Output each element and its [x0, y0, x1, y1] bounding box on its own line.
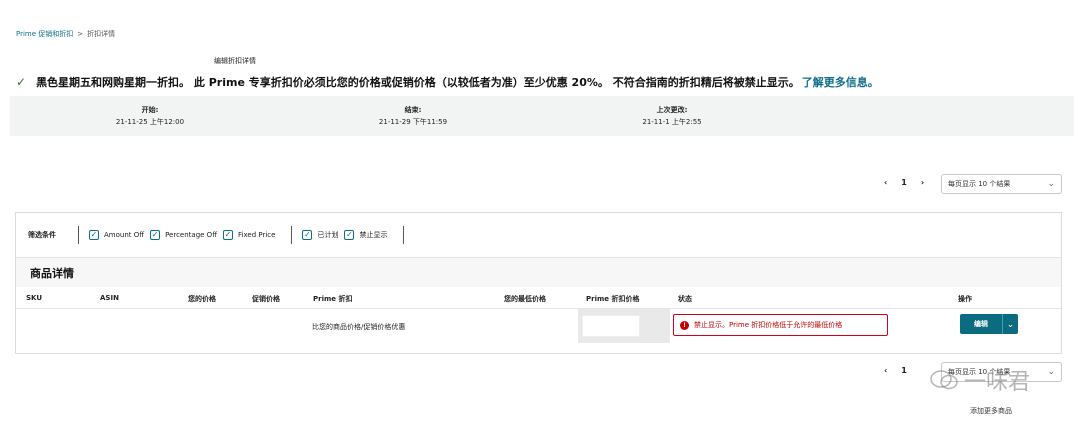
prime-discount-value: 比您的商品价格/促销价格优惠 — [312, 323, 406, 331]
checkbox-icon: ✓ — [150, 230, 161, 240]
col-prime-discount: Prime 折扣 — [313, 295, 353, 303]
results-per-page-value: 每页显示 10 个结果 — [948, 180, 1011, 188]
section-title: 商品详情 — [16, 257, 1061, 287]
breadcrumb: Prime 促销和折扣 > 折扣详情 — [16, 29, 115, 39]
filter-label-text: 禁止显示 — [359, 231, 388, 239]
filter-label-text: Amount Off — [104, 231, 145, 239]
col-asin: ASIN — [100, 294, 119, 302]
filter-label-text: 已计划 — [317, 231, 339, 239]
filter-suppressed[interactable]: ✓ 禁止显示 — [344, 230, 387, 240]
prev-page-button[interactable]: ‹ — [884, 178, 887, 187]
current-page[interactable]: 1 — [901, 178, 907, 187]
add-more-products-link[interactable]: 添加更多商品 — [970, 406, 1012, 416]
start-label: 开始: — [141, 106, 159, 114]
filter-scheduled[interactable]: ✓ 已计划 — [302, 230, 338, 240]
divider — [291, 226, 293, 244]
watermark: 一味君 — [930, 364, 1030, 396]
col-your-price: 您的价格 — [188, 295, 216, 303]
start-date: 开始: 21-11-25 上午12:00 — [110, 104, 190, 128]
col-sku: SKU — [26, 294, 43, 302]
last-changed-value: 21-11-1 上午2:55 — [642, 118, 702, 126]
col-action: 操作 — [958, 295, 972, 303]
col-lowest-price: 您的最低价格 — [504, 295, 546, 303]
end-label: 结束: — [404, 106, 422, 114]
divider — [78, 226, 79, 244]
filter-amount-off[interactable]: ✓ Amount Off — [89, 230, 144, 240]
watermark-text: 一味君 — [964, 370, 1031, 395]
breadcrumb-root-link[interactable]: Prime 促销和折扣 — [16, 29, 73, 39]
end-value: 21-11-29 下午11:59 — [378, 118, 448, 126]
chat-bubble-icon — [930, 369, 958, 391]
chevron-down-icon: ⌄ — [1047, 179, 1055, 189]
checkbox-icon: ✓ — [89, 230, 99, 240]
current-page[interactable]: 1 — [901, 366, 907, 375]
divider — [403, 226, 405, 244]
breadcrumb-separator: > — [77, 30, 84, 38]
table-header: SKU ASIN 您的价格 促销价格 Prime 折扣 您的最低价格 Prime… — [16, 287, 1061, 309]
col-promo-price: 促销价格 — [252, 295, 280, 303]
end-date: 结束: 21-11-29 下午11:59 — [368, 104, 458, 128]
info-banner: ✓ 黑色星期五和网购星期一折扣。 此 Prime 专享折扣价必须比您的价格或促销… — [16, 74, 879, 90]
next-page-button[interactable]: › — [921, 178, 924, 187]
col-prime-price: Prime 折扣价格 — [586, 295, 640, 303]
edit-button[interactable]: 编辑 — [960, 314, 1002, 334]
edit-dropdown-button[interactable]: ⌄ — [1002, 314, 1018, 334]
filter-label-text: Fixed Price — [238, 231, 276, 239]
col-status: 状态 — [678, 295, 692, 303]
learn-more-link[interactable]: 了解更多信息。 — [802, 76, 879, 89]
checkbox-icon: ✓ — [344, 230, 355, 240]
chevron-down-icon: ⌄ — [1007, 319, 1014, 329]
prev-page-button[interactable]: ‹ — [884, 366, 887, 375]
filter-bar: 筛选条件 ✓ Amount Off ✓ Percentage Off ✓ Fixed … — [16, 213, 1061, 257]
status-text: 禁止显示。Prime 折扣价格低于允许的最低价格 — [694, 321, 843, 329]
error-icon: ! — [680, 320, 689, 330]
banner-message: 黑色星期五和网购星期一折扣。 此 Prime 专享折扣价必须比您的价格或促销价格… — [36, 76, 800, 89]
edit-button-group: 编辑 ⌄ — [960, 314, 1018, 334]
breadcrumb-current: 折扣详情 — [87, 30, 116, 38]
banner-text: 黑色星期五和网购星期一折扣。 此 Prime 专享折扣价必须比您的价格或促销价格… — [36, 74, 879, 90]
last-changed-label: 上次更改: — [656, 106, 688, 114]
edit-discount-title: 编辑折扣详情 — [214, 57, 256, 65]
checkbox-icon: ✓ — [302, 230, 313, 240]
status-badge: ! 禁止显示。Prime 折扣价格低于允许的最低价格 — [673, 314, 888, 336]
filter-label: 筛选条件 — [28, 231, 56, 239]
checkbox-icon: ✓ — [223, 230, 234, 240]
results-per-page-select[interactable]: 每页显示 10 个结果 ⌄ — [941, 174, 1062, 194]
chevron-down-icon: ⌄ — [1047, 367, 1055, 377]
filter-percentage-off[interactable]: ✓ Percentage Off — [150, 230, 217, 240]
products-table: 筛选条件 ✓ Amount Off ✓ Percentage Off ✓ Fixed … — [15, 212, 1062, 354]
table-row: 比您的商品价格/促销价格优惠 ! 禁止显示。Prime 折扣价格低于允许的最低价… — [16, 309, 1061, 343]
prime-price-input[interactable] — [582, 315, 640, 337]
date-summary: 开始: 21-11-25 上午12:00 结束: 21-11-29 下午11:5… — [10, 96, 1074, 136]
pagination-bottom: ‹ 1 — [884, 366, 907, 375]
checkmark-icon: ✓ — [16, 75, 27, 89]
filter-label-text: Percentage Off — [165, 231, 218, 239]
pagination-top: ‹ 1 › — [884, 178, 924, 187]
start-value: 21-11-25 上午12:00 — [115, 118, 185, 126]
last-changed: 上次更改: 21-11-1 上午2:55 — [632, 104, 712, 128]
filter-fixed-price[interactable]: ✓ Fixed Price — [223, 230, 275, 240]
